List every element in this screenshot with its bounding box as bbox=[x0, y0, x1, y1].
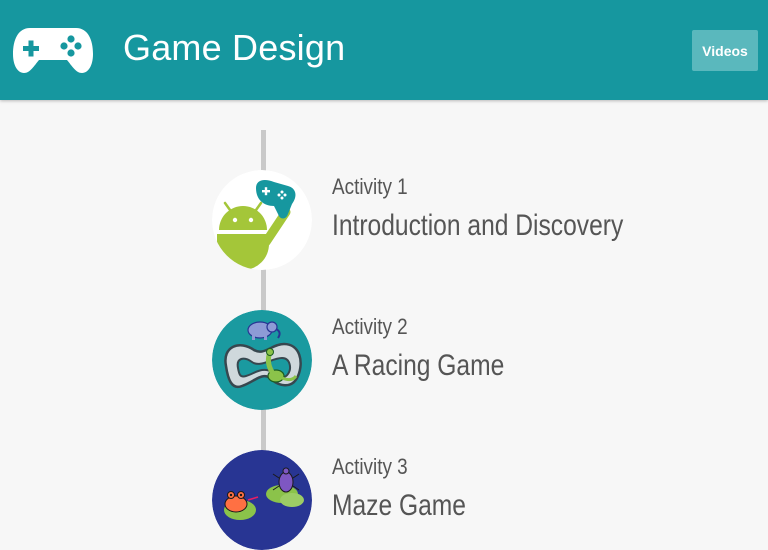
activity-title: A Racing Game bbox=[332, 349, 505, 382]
racetrack-elephant-dinosaur-icon bbox=[212, 310, 312, 410]
activity-label: Activity 2 bbox=[332, 314, 408, 339]
android-gamepad-icon bbox=[212, 170, 312, 270]
pond-frog-beetle-icon bbox=[212, 450, 312, 550]
app-header: Game Design Videos bbox=[0, 0, 768, 100]
videos-button[interactable]: Videos bbox=[692, 30, 758, 71]
activity-2[interactable]: Activity 2 A Racing Game bbox=[212, 310, 732, 410]
activity-label: Activity 3 bbox=[332, 454, 408, 479]
app-title: Game Design bbox=[123, 27, 346, 68]
activity-1[interactable]: Activity 1 Introduction and Discovery bbox=[212, 170, 732, 270]
activity-title: Introduction and Discovery bbox=[332, 209, 624, 242]
gamepad-icon bbox=[13, 28, 93, 73]
activity-title: Maze Game bbox=[332, 489, 466, 522]
activity-label: Activity 1 bbox=[332, 174, 408, 199]
activity-3[interactable]: Activity 3 Maze Game bbox=[212, 450, 732, 550]
